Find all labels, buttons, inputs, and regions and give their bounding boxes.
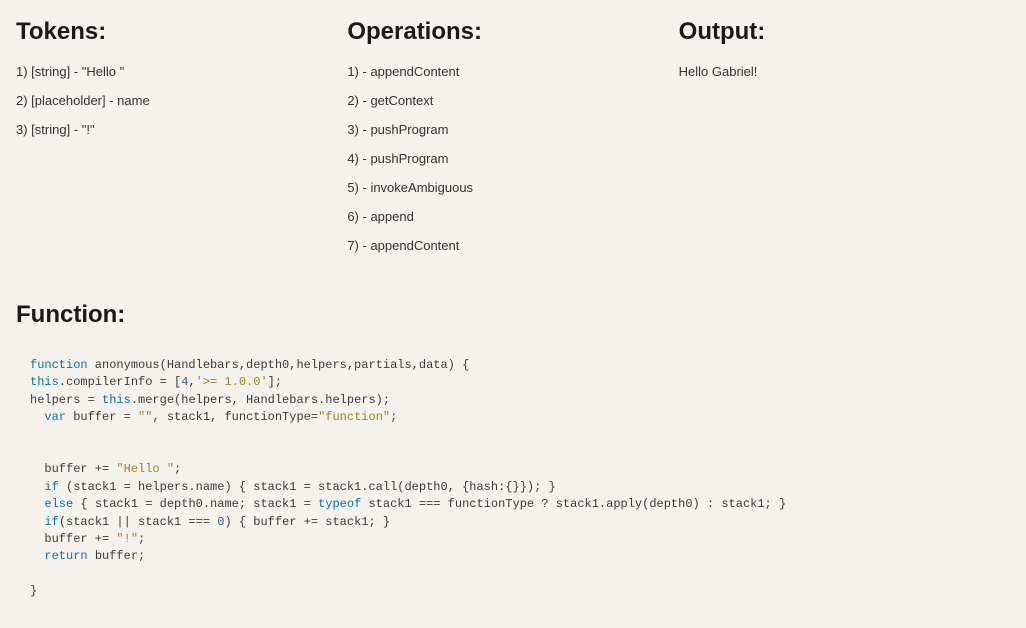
code-string: "" [138, 410, 152, 424]
code-text: (Handlebars,depth0,helpers,partials,data… [160, 358, 470, 372]
code-text: .compilerInfo = [ [59, 375, 181, 389]
code-string: "Hello " [116, 462, 174, 476]
code-string: '>= 1.0.0' [196, 375, 268, 389]
code-text: , stack1, functionType= [152, 410, 318, 424]
list-item: 3) [string] - "!" [16, 122, 347, 137]
code-text: stack1 === functionType ? stack1.apply(d… [361, 497, 786, 511]
code-keyword: if [44, 515, 58, 529]
code-text: buffer += [30, 462, 116, 476]
code-keyword: if [44, 480, 58, 494]
code-text: buffer; [88, 549, 146, 563]
code-text: helpers = [30, 393, 102, 407]
code-text: } [30, 584, 37, 598]
code-text: ; [174, 462, 181, 476]
tokens-heading: Tokens: [16, 18, 347, 46]
code-text: ; [390, 410, 397, 424]
list-item: 2) [placeholder] - name [16, 93, 347, 108]
code-text: , [188, 375, 195, 389]
code-text: { stack1 = depth0.name; stack1 = [73, 497, 318, 511]
code-text: (stack1 || stack1 === [59, 515, 217, 529]
code-text: ) { buffer += stack1; } [224, 515, 390, 529]
code-text: .merge(helpers, Handlebars.helpers); [131, 393, 390, 407]
code-text: (stack1 = helpers.name) { stack1 = stack… [59, 480, 556, 494]
code-keyword: return [44, 549, 87, 563]
list-item: 1) - appendContent [347, 64, 678, 79]
code-keyword: else [44, 497, 73, 511]
function-heading: Function: [16, 301, 1010, 329]
operations-column: Operations: 1) - appendContent 2) - getC… [347, 18, 678, 267]
list-item: 2) - getContext [347, 93, 678, 108]
list-item: 1) [string] - "Hello " [16, 64, 347, 79]
tokens-column: Tokens: 1) [string] - "Hello " 2) [place… [16, 18, 347, 267]
code-keyword: this [102, 393, 131, 407]
code-text: ]; [268, 375, 282, 389]
list-item: 3) - pushProgram [347, 122, 678, 137]
list-item: 7) - appendContent [347, 238, 678, 253]
code-text: ; [138, 532, 145, 546]
code-keyword: this [30, 375, 59, 389]
output-heading: Output: [679, 18, 1010, 46]
operations-heading: Operations: [347, 18, 678, 46]
code-keyword: var [44, 410, 66, 424]
code-text: buffer += [30, 532, 116, 546]
output-text: Hello Gabriel! [679, 64, 1010, 79]
list-item: 6) - append [347, 209, 678, 224]
code-string: "function" [318, 410, 390, 424]
code-string: "!" [116, 532, 138, 546]
code-keyword: function [30, 358, 88, 372]
output-column: Output: Hello Gabriel! [679, 18, 1010, 267]
columns-row: Tokens: 1) [string] - "Hello " 2) [place… [16, 18, 1010, 267]
list-item: 5) - invokeAmbiguous [347, 180, 678, 195]
code-text: buffer = [66, 410, 138, 424]
code-keyword: typeof [318, 497, 361, 511]
list-item: 4) - pushProgram [347, 151, 678, 166]
function-code-block: function anonymous(Handlebars,depth0,hel… [16, 347, 1010, 610]
function-section: Function: function anonymous(Handlebars,… [16, 301, 1010, 610]
code-text: anonymous [88, 358, 160, 372]
